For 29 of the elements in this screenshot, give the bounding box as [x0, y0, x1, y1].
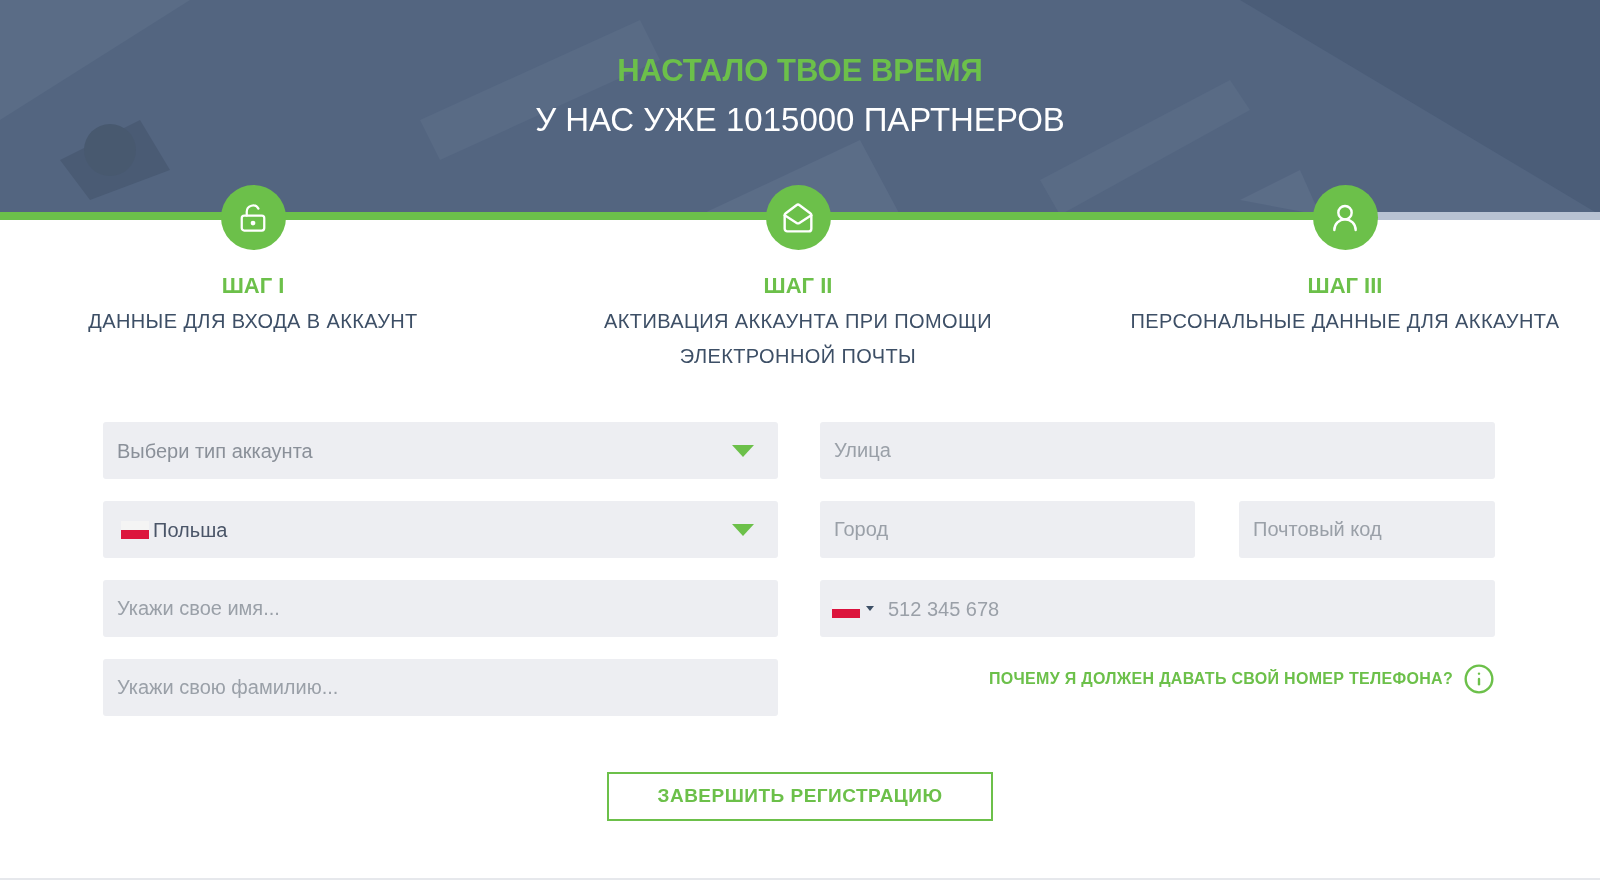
banner-title: НАСТАЛО ТВОЕ ВРЕМЯ: [617, 52, 983, 90]
envelope-icon: [782, 201, 814, 234]
caret-icon: [732, 444, 754, 457]
step-description: ПЕРСОНАЛЬНЫЕ ДАННЫЕ ДЛЯ АККАУНТА: [1130, 309, 1560, 334]
caret-icon: [866, 606, 874, 611]
step-title: ШАГ I: [221, 272, 285, 300]
account-type-select[interactable]: Выбери тип аккаунта: [103, 422, 778, 479]
country-value: Польша: [153, 517, 228, 543]
flag-icon: [832, 599, 860, 618]
select-placeholder: Выбери тип аккаунта: [117, 438, 313, 464]
submit-button[interactable]: ЗАВЕРШИТЬ РЕГИСТРАЦИЮ: [607, 772, 993, 821]
step-description: ДАННЫЕ ДЛЯ ВХОДА В АККАУНТ: [88, 309, 418, 334]
step-description: АКТИВАЦИЯ АККАУНТА ПРИ ПОМОЩИ ЭЛЕКТРОННОЙ ПОЧТЫ: [603, 309, 993, 369]
phone-field[interactable]: 512 345 678: [820, 580, 1495, 637]
last-name-field[interactable]: Укажи свою фамилию...: [103, 659, 778, 716]
city-field[interactable]: Город: [820, 501, 1195, 558]
step-title: ШАГ II: [763, 272, 833, 300]
country-code-button[interactable]: [832, 599, 874, 618]
banner-subtitle: У НАС УЖЕ 1015000 ПАРТНЕРОВ: [535, 100, 1065, 140]
phone-help-link[interactable]: ПОЧЕМУ Я ДОЛЖЕН ДАВАТЬ СВОЙ НОМЕР ТЕЛЕФОНА?: [989, 667, 1453, 691]
padlock-icon: [238, 202, 268, 233]
step-title: ШАГ III: [1307, 272, 1383, 300]
street-field[interactable]: Улица: [820, 422, 1495, 479]
postal-code-field[interactable]: Почтовый код: [1239, 501, 1495, 558]
country-select[interactable]: Польша: [103, 501, 778, 558]
caret-icon: [732, 523, 754, 536]
phone-number-input[interactable]: 512 345 678: [888, 593, 1495, 624]
flag-icon: [121, 520, 149, 539]
first-name-field[interactable]: Укажи свое имя...: [103, 580, 778, 637]
